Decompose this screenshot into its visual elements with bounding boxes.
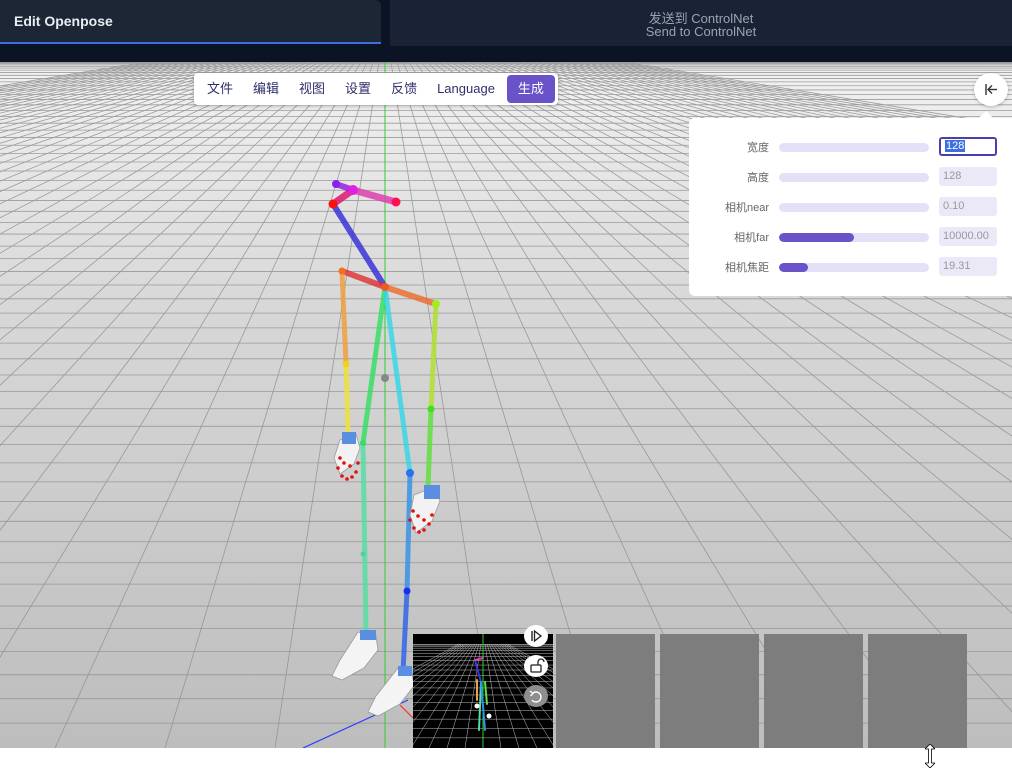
lock-button[interactable] xyxy=(524,655,548,677)
setting-row-height: 高度 128 xyxy=(689,167,1012,187)
camera-far-slider-fill xyxy=(779,233,854,242)
preview-thumbnail-3[interactable] xyxy=(660,634,759,748)
edit-openpose-tab[interactable]: Edit Openpose xyxy=(0,0,381,44)
undo-button[interactable] xyxy=(524,685,548,707)
preview-thumbnail-2[interactable] xyxy=(556,634,655,748)
setting-row-width: 宽度 128 xyxy=(689,137,1012,157)
menu-language[interactable]: Language xyxy=(427,73,505,105)
send-to-controlnet-button[interactable]: 发送到 ControlNet Send to ControlNet xyxy=(390,0,1012,46)
collapse-left-icon xyxy=(985,84,997,95)
setting-row-camera-focal: 相机焦距 19.31 xyxy=(689,257,1012,277)
height-label: 高度 xyxy=(747,172,769,184)
camera-focal-input[interactable]: 19.31 xyxy=(939,257,997,276)
camera-far-input[interactable]: 10000.00 xyxy=(939,227,997,246)
menu-settings[interactable]: 设置 xyxy=(335,73,381,105)
play-step-icon xyxy=(531,629,543,643)
width-input[interactable]: 128 xyxy=(939,137,997,156)
main-menu: 文件 编辑 视图 设置 反馈 Language 生成 xyxy=(194,73,558,105)
resize-vertical-cursor-icon xyxy=(925,744,935,768)
send-button-label-en: Send to ControlNet xyxy=(645,24,757,39)
height-input[interactable]: 128 xyxy=(939,167,997,186)
undo-icon xyxy=(529,690,542,703)
camera-focal-slider[interactable] xyxy=(779,263,929,272)
width-label: 宽度 xyxy=(747,142,769,154)
menu-view[interactable]: 视图 xyxy=(289,73,335,105)
width-slider[interactable] xyxy=(779,143,929,152)
width-input-value: 128 xyxy=(945,140,966,152)
camera-settings-panel: 宽度 128 高度 128 相机near 0.10 相机far 10000.00… xyxy=(689,111,1012,296)
menu-edit[interactable]: 编辑 xyxy=(243,73,289,105)
camera-far-label: 相机far xyxy=(734,232,769,244)
unlock-icon xyxy=(530,658,545,673)
menu-file[interactable]: 文件 xyxy=(197,73,243,105)
collapse-panel-button[interactable] xyxy=(974,73,1008,106)
camera-far-slider[interactable] xyxy=(779,233,929,242)
page-title: Edit Openpose xyxy=(14,13,113,29)
preview-thumbnail-5[interactable] xyxy=(868,634,967,748)
camera-focal-slider-fill xyxy=(779,263,808,272)
menu-feedback[interactable]: 反馈 xyxy=(381,73,427,105)
setting-row-camera-near: 相机near 0.10 xyxy=(689,197,1012,217)
generate-button[interactable]: 生成 xyxy=(506,75,555,103)
camera-near-input[interactable]: 0.10 xyxy=(939,197,997,216)
setting-row-camera-far: 相机far 10000.00 xyxy=(689,227,1012,247)
camera-near-label: 相机near xyxy=(724,202,769,214)
camera-focal-label: 相机焦距 xyxy=(725,262,769,274)
camera-near-slider[interactable] xyxy=(779,203,929,212)
top-bar: Edit Openpose 发送到 ControlNet Send to Con… xyxy=(0,0,1012,62)
height-slider[interactable] xyxy=(779,173,929,182)
play-button[interactable] xyxy=(524,625,548,647)
preview-thumbnail-4[interactable] xyxy=(764,634,863,748)
